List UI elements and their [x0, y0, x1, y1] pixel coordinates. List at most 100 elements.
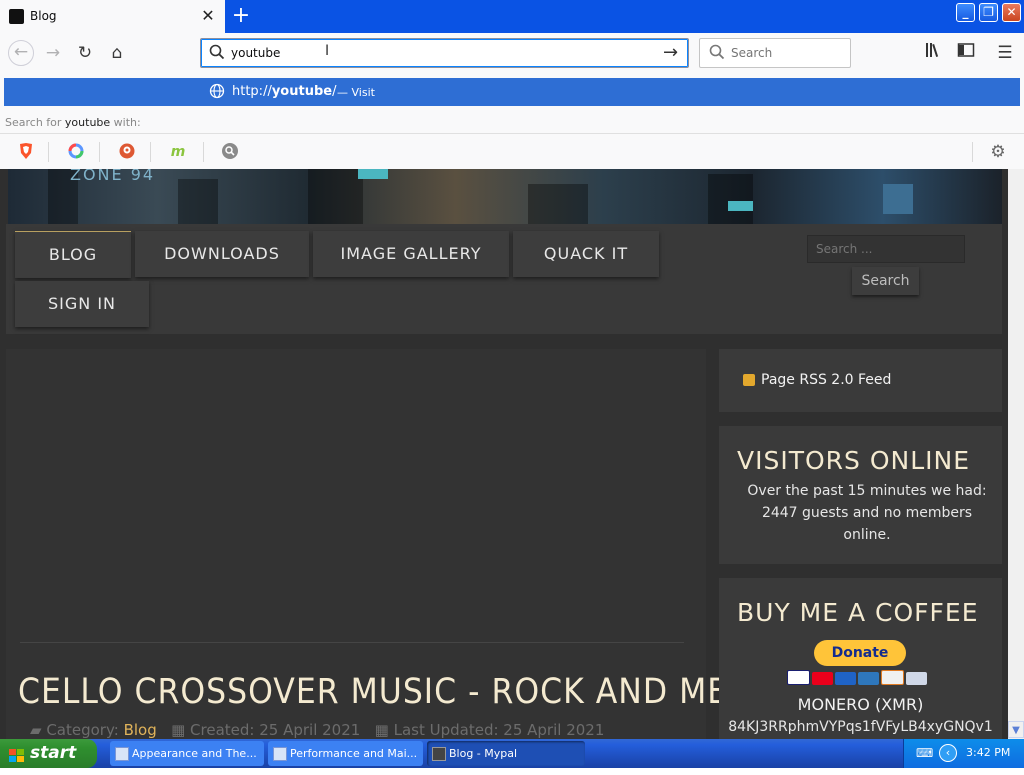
windows-logo-icon: [8, 746, 26, 775]
navigation-toolbar: ← → ↻ ⌂ Ι → ☰: [0, 33, 1024, 73]
new-tab-button[interactable]: +: [228, 3, 254, 29]
site-search-button[interactable]: Search: [852, 267, 919, 295]
control-panel-icon: [115, 747, 129, 761]
window-close-button[interactable]: ✕: [1002, 3, 1021, 22]
menu-item-sign-in[interactable]: SIGN IN: [15, 281, 149, 327]
page-scrollbar[interactable]: ▼: [1008, 169, 1024, 739]
search-engine-icon[interactable]: [219, 142, 241, 162]
sidebar-icon[interactable]: [954, 41, 978, 65]
rss-icon: [743, 374, 755, 386]
brave-engine-icon[interactable]: [15, 142, 37, 162]
window-minimize-button[interactable]: _: [956, 3, 975, 22]
site-menu-panel: BLOG DOWNLOADS IMAGE GALLERY QUACK IT SI…: [6, 224, 1002, 334]
magnifier-icon: [709, 44, 725, 64]
menu-item-blog[interactable]: BLOG: [15, 231, 131, 278]
monero-address: 84KJ3RRphmVYPqs1fVFyLB4xyGNQv1: [728, 719, 993, 735]
address-bar[interactable]: Ι →: [200, 38, 689, 68]
banner-logo-text: ZONE 94: [70, 169, 156, 184]
taskbar-item-label: Performance and Mai...: [290, 747, 418, 760]
site-banner: ZONE 94: [8, 169, 1002, 224]
payment-cards: [787, 670, 935, 685]
calendar-icon: ▦: [374, 721, 389, 739]
site-favicon-icon: [9, 9, 24, 24]
divider: [972, 142, 973, 162]
text-cursor-icon: Ι: [325, 43, 330, 59]
reload-icon[interactable]: ↻: [73, 41, 97, 65]
article-meta: ▰ Category: Blog ▦ Created: 25 April 202…: [30, 721, 604, 739]
system-tray: ⌨ ‹ 3:42 PM: [903, 739, 1024, 768]
scroll-down-arrow-icon[interactable]: ▼: [1008, 721, 1024, 738]
suggestion-action: — Visit: [337, 86, 375, 99]
folder-icon: ▰: [30, 721, 42, 739]
visa-icon: [787, 670, 810, 685]
article-title[interactable]: CELLO CROSSOVER MUSIC - ROCK AND METAL: [18, 672, 787, 712]
hamburger-menu-icon[interactable]: ☰: [993, 41, 1017, 65]
keyboard-icon[interactable]: ⌨: [916, 746, 933, 760]
card-icon: [906, 672, 927, 685]
taskbar-item-label: Appearance and The...: [132, 747, 257, 760]
menu-item-downloads[interactable]: DOWNLOADS: [135, 231, 309, 277]
rss-link[interactable]: Page RSS 2.0 Feed: [761, 372, 891, 388]
divider: [48, 142, 49, 162]
menu-item-image-gallery[interactable]: IMAGE GALLERY: [313, 231, 509, 277]
search-input[interactable]: [731, 46, 841, 60]
web-page: ZONE 94 BLOG DOWNLOADS IMAGE GALLERY QUA…: [0, 169, 1008, 739]
globe-icon: [209, 83, 225, 103]
mojeek-engine-icon[interactable]: m: [167, 142, 189, 162]
magnifier-icon: [209, 44, 225, 64]
discover-icon: [881, 670, 904, 685]
url-prefix: http://: [232, 84, 272, 99]
divider: [150, 142, 151, 162]
divider: [20, 642, 684, 643]
forward-arrow-icon[interactable]: →: [41, 41, 65, 65]
qwant-engine-icon[interactable]: [65, 142, 87, 162]
url-suggestions-dropdown: http://youtube/ — Visit Search for youtu…: [0, 73, 1024, 170]
search-bar[interactable]: [699, 38, 851, 68]
clock[interactable]: 3:42 PM: [966, 746, 1010, 759]
duckduckgo-engine-icon[interactable]: [116, 142, 138, 162]
start-button[interactable]: start: [0, 739, 97, 768]
donate-button[interactable]: Donate: [814, 640, 906, 666]
tray-expand-icon[interactable]: ‹: [939, 744, 957, 762]
divider: [203, 142, 204, 162]
address-input[interactable]: [231, 46, 631, 60]
coffee-panel: BUY ME A COFFEE Donate MONERO (XMR) 84KJ…: [719, 578, 1002, 739]
visitors-text: Over the past 15 minutes we had: 2447 gu…: [747, 483, 987, 543]
amex-icon: [858, 672, 879, 685]
gear-icon[interactable]: ⚙: [987, 142, 1009, 162]
suggestion-url: http://youtube/: [232, 84, 336, 99]
search-for-prefix: Search for: [5, 116, 62, 129]
banner-light: [728, 201, 753, 211]
tab-strip: Blog ✕ + _ ❐ ✕: [0, 0, 1024, 33]
monero-label: MONERO (XMR): [797, 695, 924, 714]
visitors-panel: VISITORS ONLINE Over the past 15 minutes…: [719, 426, 1002, 564]
window-restore-button[interactable]: ❐: [979, 3, 998, 22]
search-with-label: Search for youtube with:: [5, 116, 141, 129]
taskbar-item-browser[interactable]: Blog - Mypal: [427, 741, 585, 766]
created-date: Created: 25 April 2021: [190, 721, 361, 739]
banner-building: [178, 179, 218, 224]
divider: [99, 142, 100, 162]
taskbar-item-performance[interactable]: Performance and Mai...: [268, 741, 423, 766]
banner-building: [883, 184, 913, 214]
browser-icon: [432, 747, 446, 761]
tab-title: Blog: [30, 9, 57, 23]
menu-item-quack-it[interactable]: QUACK IT: [513, 231, 659, 277]
search-for-suffix: with:: [113, 116, 141, 129]
url-match: youtube: [271, 84, 333, 99]
tab-close-icon[interactable]: ✕: [198, 5, 218, 27]
library-icon[interactable]: [922, 41, 946, 65]
taskbar: start Appearance and The... Performance …: [0, 739, 1024, 768]
site-search-input[interactable]: [807, 235, 965, 263]
taskbar-item-appearance[interactable]: Appearance and The...: [110, 741, 264, 766]
go-arrow-icon[interactable]: →: [663, 42, 678, 63]
tab-blog[interactable]: Blog ✕: [0, 0, 225, 33]
calendar-icon: ▦: [171, 721, 186, 739]
start-label: start: [30, 743, 77, 763]
search-engines-row: m ⚙: [0, 133, 1024, 169]
taskbar-item-label: Blog - Mypal: [449, 747, 518, 760]
back-arrow-icon[interactable]: ←: [8, 40, 34, 66]
url-suggestion-row[interactable]: http://youtube/ — Visit: [4, 78, 1020, 106]
category-link[interactable]: Blog: [124, 721, 157, 739]
home-icon[interactable]: ⌂: [105, 41, 129, 65]
